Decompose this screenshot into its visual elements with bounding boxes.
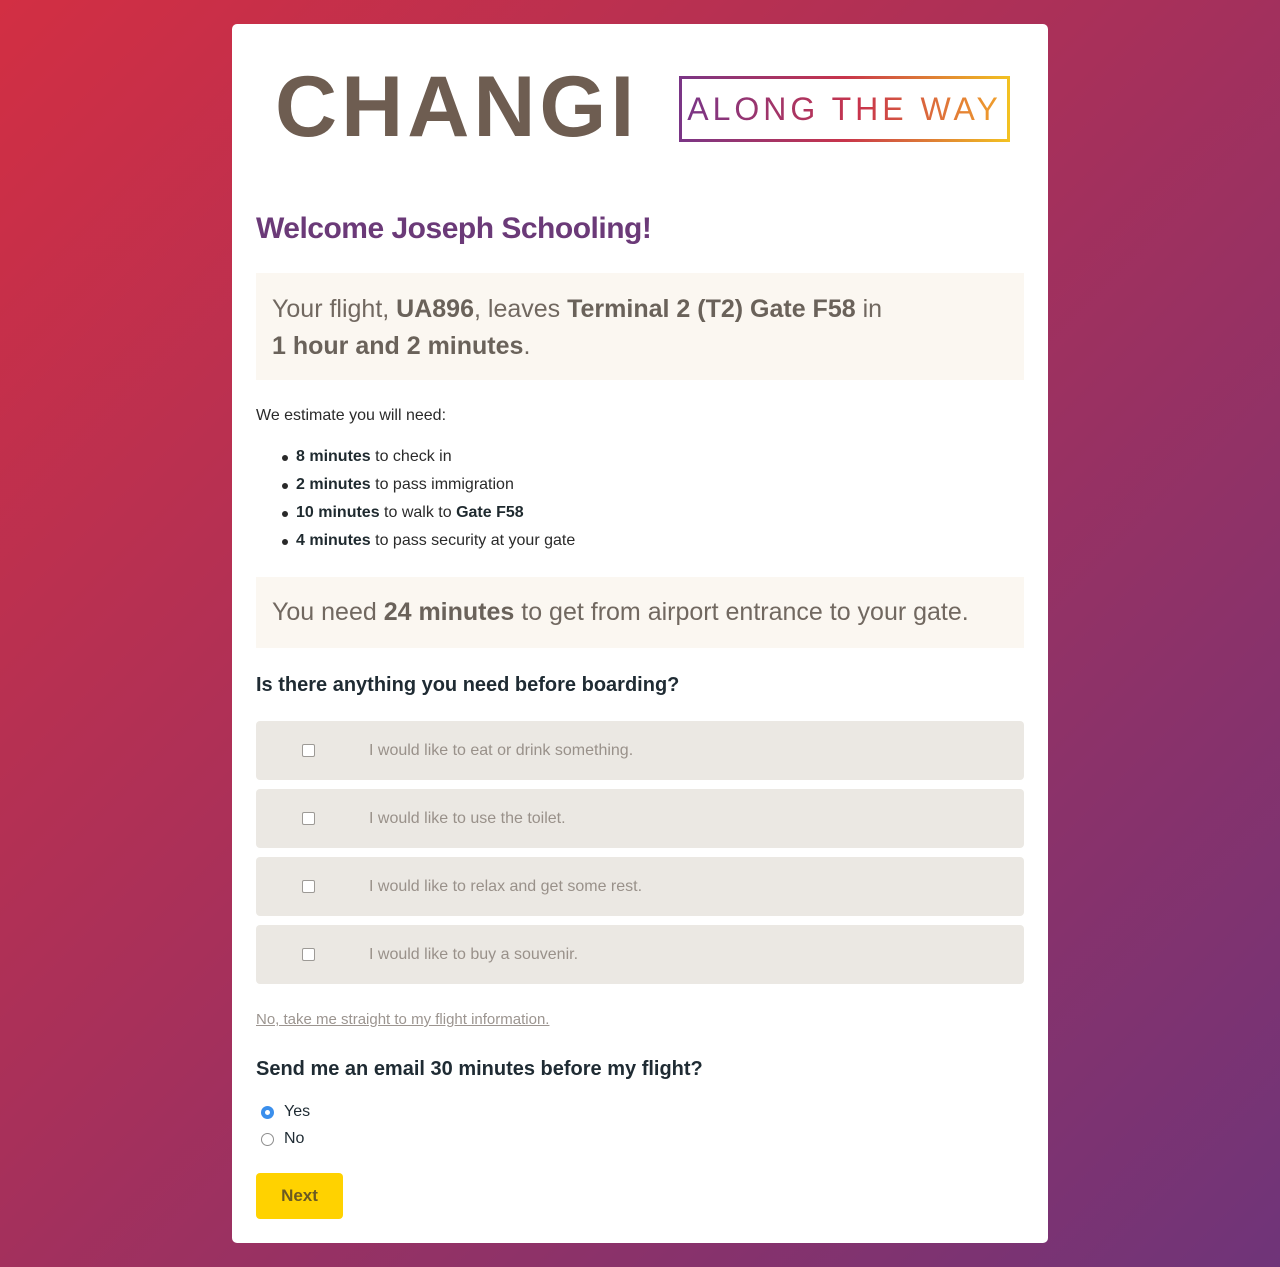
option-relax[interactable]: I would like to relax and get some rest. (256, 857, 1024, 916)
checkbox[interactable] (302, 880, 315, 893)
needs-question: Is there anything you need before boardi… (256, 674, 680, 696)
radio-button[interactable] (261, 1132, 274, 1146)
total-amount: 24 minutes (383, 598, 515, 626)
total-text-suffix: to get from airport entrance to your gat… (514, 598, 969, 626)
flight-text-suffix: in (855, 295, 883, 323)
estimate-item: 2 minutes to pass immigration (256, 473, 575, 501)
email-question: Send me an email 30 minutes before my fl… (256, 1058, 703, 1080)
option-toilet[interactable]: I would like to use the toilet. (256, 789, 1024, 848)
estimate-gate: Gate F58 (456, 504, 524, 521)
estimate-item: 4 minutes to pass security at your gate (256, 529, 575, 557)
estimate-text: to pass immigration (370, 476, 514, 493)
flight-text-prefix: Your flight, (272, 295, 397, 323)
option-souvenir[interactable]: I would like to buy a souvenir. (256, 925, 1024, 984)
checkbox[interactable] (302, 948, 315, 961)
radio-button[interactable] (261, 1105, 274, 1119)
estimate-list: 8 minutes to check in 2 minutes to pass … (256, 445, 575, 557)
option-label[interactable]: I would like to relax and get some rest. (369, 857, 642, 916)
next-button[interactable]: Next (256, 1173, 343, 1219)
option-label[interactable]: I would like to buy a souvenir. (369, 925, 578, 984)
skip-to-flight-info-link[interactable]: No, take me straight to my flight inform… (256, 1011, 549, 1028)
flight-number: UA896 (396, 295, 474, 323)
total-time-summary: You need 24 minutes to get from airport … (256, 577, 1024, 648)
estimate-text: to walk to (379, 504, 457, 521)
estimate-amount: 8 minutes (296, 448, 371, 465)
flight-text-end: . (523, 332, 531, 360)
logo-tagline: ALONG THE WAY (687, 90, 1002, 127)
estimate-item: 8 minutes to check in (256, 445, 575, 473)
logo-tagline-frame: ALONG THE WAY (679, 76, 1010, 142)
logo-wordmark: CHANGI (275, 59, 639, 155)
radio-label[interactable]: No (284, 1130, 304, 1148)
estimate-amount: 10 minutes (296, 504, 380, 521)
main-card: CHANGI ALONG THE WAY Welcome Joseph Scho… (232, 24, 1048, 1243)
option-eat-drink[interactable]: I would like to eat or drink something. (256, 721, 1024, 780)
estimate-text: to check in (370, 448, 452, 465)
welcome-heading: Welcome Joseph Schooling! (256, 212, 652, 245)
changi-logo: CHANGI ALONG THE WAY (275, 64, 1010, 150)
estimate-amount: 2 minutes (296, 476, 371, 493)
checkbox[interactable] (302, 812, 315, 825)
email-option-yes[interactable]: Yes (261, 1101, 310, 1123)
flight-time-left: 1 hour and 2 minutes (272, 332, 524, 360)
checkbox[interactable] (302, 744, 315, 757)
option-label[interactable]: I would like to eat or drink something. (369, 721, 633, 780)
flight-summary: Your flight, UA896, leaves Terminal 2 (T… (256, 273, 1024, 380)
estimate-amount: 4 minutes (296, 532, 371, 549)
flight-gate: Terminal 2 (T2) Gate F58 (567, 295, 856, 323)
estimate-item: 10 minutes to walk to Gate F58 (256, 501, 575, 529)
total-text-prefix: You need (272, 598, 384, 626)
flight-text-mid: , leaves (474, 295, 568, 323)
estimate-text: to pass security at your gate (370, 532, 576, 549)
radio-label[interactable]: Yes (284, 1103, 310, 1121)
email-option-no[interactable]: No (261, 1128, 304, 1150)
option-label[interactable]: I would like to use the toilet. (369, 789, 566, 848)
estimate-intro: We estimate you will need: (256, 407, 447, 424)
